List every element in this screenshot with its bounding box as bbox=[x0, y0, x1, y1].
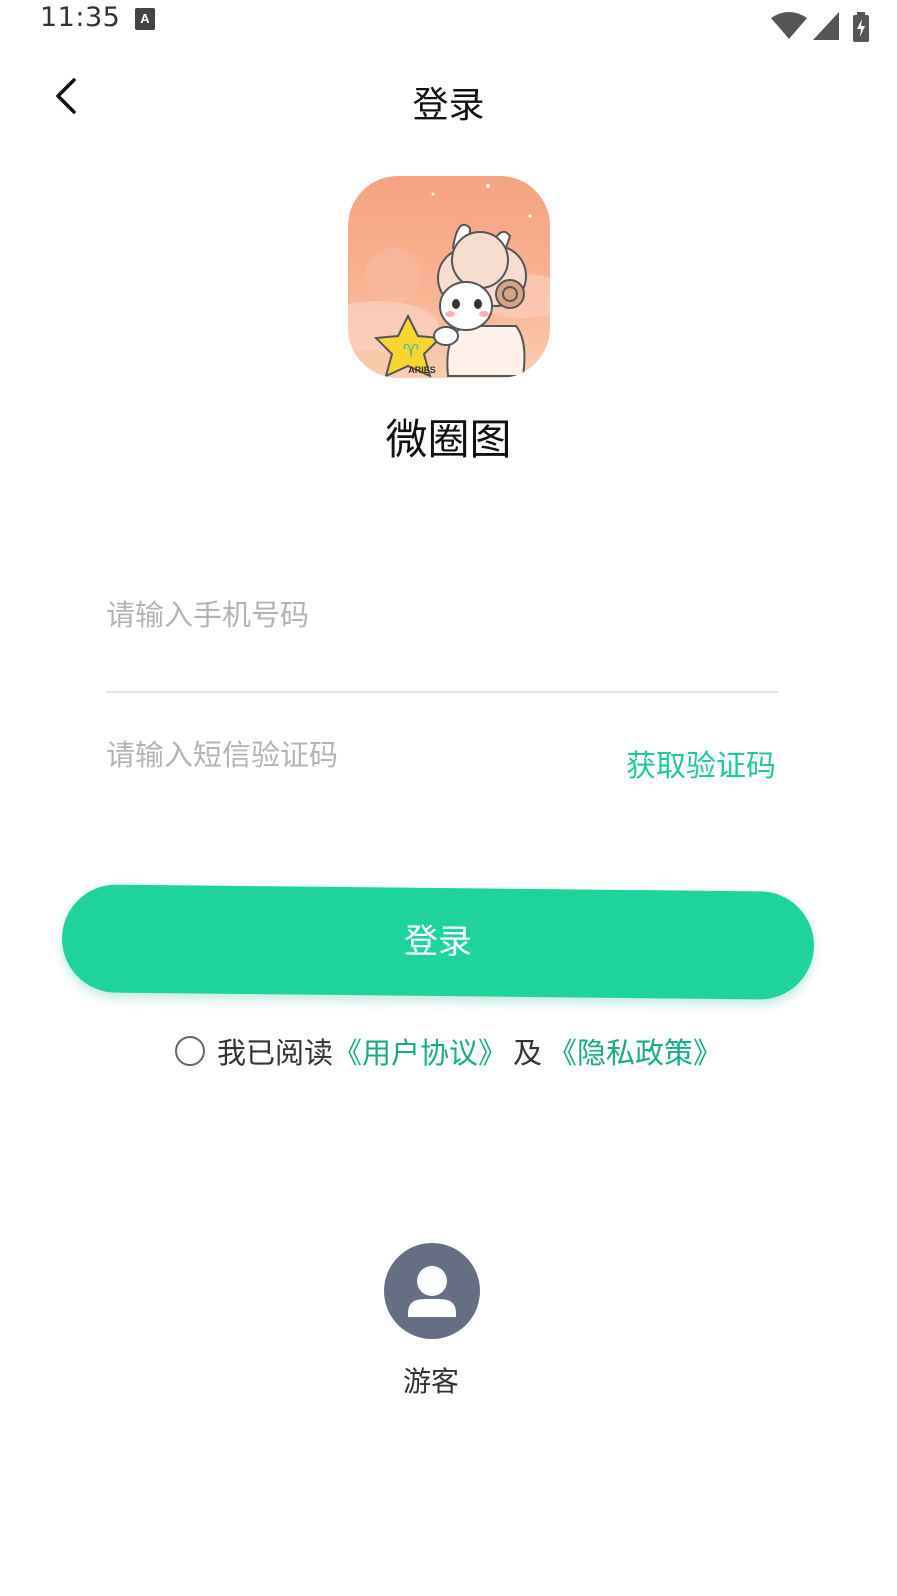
wifi-icon bbox=[771, 12, 807, 39]
phone-input[interactable] bbox=[106, 575, 778, 655]
agreement: 我已阅读 《用户协议》 及 《隐私政策》 bbox=[0, 1030, 897, 1080]
guest-label[interactable]: 游客 bbox=[0, 1360, 862, 1400]
code-field: 获取验证码 bbox=[106, 715, 778, 805]
get-code-button[interactable]: 获取验证码 bbox=[626, 741, 776, 785]
battery-charging-icon bbox=[853, 12, 869, 42]
a-icon: A bbox=[135, 8, 155, 30]
agreement-and: 及 bbox=[513, 1036, 543, 1070]
agreement-prefix: 我已阅读 bbox=[216, 1036, 333, 1070]
sms-code-input[interactable] bbox=[106, 715, 566, 795]
privacy-policy-link[interactable]: 《隐私政策》 bbox=[548, 1030, 722, 1072]
guest-button[interactable] bbox=[384, 1243, 480, 1339]
svg-text:♈: ♈ bbox=[403, 341, 419, 362]
status-time: 11:35 bbox=[40, 2, 121, 33]
cell-signal-icon bbox=[813, 12, 839, 40]
login-button[interactable]: 登录 bbox=[61, 884, 815, 1000]
logo-badge-text: ARIES bbox=[408, 365, 436, 375]
agree-radio[interactable] bbox=[174, 1036, 205, 1066]
aries-sheep-illustration: ♈ ARIES bbox=[348, 176, 550, 378]
user-agreement-link[interactable]: 《用户协议》 bbox=[333, 1030, 507, 1072]
phone-field bbox=[106, 575, 778, 693]
app-name: 微圈图 bbox=[385, 415, 512, 464]
user-icon bbox=[408, 1266, 456, 1317]
status-bar: 11:35 A bbox=[0, 0, 897, 50]
app-logo: ♈ ARIES bbox=[348, 176, 550, 378]
page-title: 登录 bbox=[412, 85, 485, 126]
svg-text:A: A bbox=[140, 11, 150, 26]
